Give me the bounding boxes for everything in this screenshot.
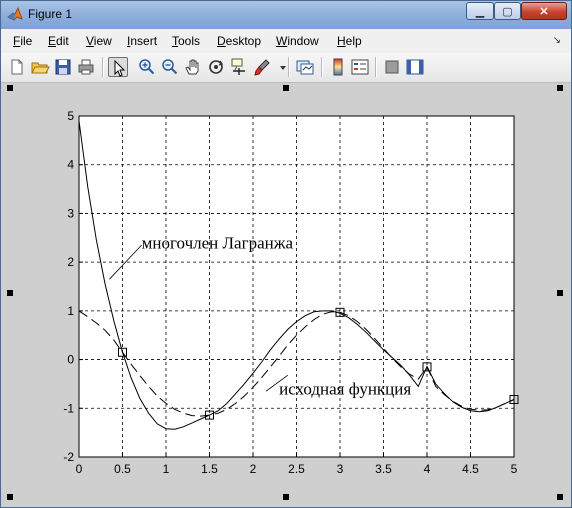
toolbar-separator bbox=[375, 57, 377, 77]
data-cursor-icon[interactable] bbox=[229, 57, 249, 77]
x-tick-label: 1 bbox=[163, 462, 170, 476]
print-icon[interactable] bbox=[76, 57, 96, 77]
hide-plot-tools-icon[interactable] bbox=[382, 57, 402, 77]
y-tick-label: 5 bbox=[67, 109, 74, 123]
toolbar-separator bbox=[288, 57, 290, 77]
x-tick-label: 5 bbox=[511, 462, 518, 476]
y-tick-label: 4 bbox=[67, 158, 74, 172]
menu-insert[interactable]: Insert bbox=[127, 34, 157, 48]
colorbar-icon[interactable] bbox=[328, 57, 348, 77]
minimize-button[interactable]: ▁ bbox=[466, 2, 494, 20]
legend-icon[interactable] bbox=[350, 57, 370, 77]
y-tick-label: 0 bbox=[67, 353, 74, 367]
figure-canvas[interactable]: 0 0.5 1 1.5 2 2.5 3 3.5 4 4.5 5 -2 -1 0 1 2 3 4 5 многочле… bbox=[1, 83, 571, 507]
x-tick-label: 3.5 bbox=[375, 462, 392, 476]
y-tick-label: 3 bbox=[67, 206, 74, 220]
menu-file[interactable]: File bbox=[13, 34, 32, 48]
figure-window: Figure 1 ▁ ▢ ✕ File Edit View Insert Too… bbox=[0, 0, 572, 508]
menu-desktop[interactable]: Desktop bbox=[217, 34, 261, 48]
menu-bar: File Edit View Insert Tools Desktop Wind… bbox=[1, 29, 571, 54]
x-tick-label: 1.5 bbox=[201, 462, 218, 476]
new-file-icon[interactable] bbox=[7, 57, 27, 77]
y-tick-label: -2 bbox=[63, 450, 74, 464]
close-button[interactable]: ✕ bbox=[521, 2, 567, 20]
y-tick-label: 1 bbox=[67, 304, 74, 318]
plot-axes[interactable]: 0 0.5 1 1.5 2 2.5 3 3.5 4 4.5 5 -2 -1 0 1 2 3 4 5 многочле… bbox=[1, 83, 571, 507]
x-tick-label: 3 bbox=[337, 462, 344, 476]
maximize-button[interactable]: ▢ bbox=[494, 2, 521, 20]
figure-toolbar bbox=[1, 53, 571, 83]
menu-window[interactable]: Window bbox=[276, 34, 319, 48]
brush-icon[interactable] bbox=[252, 57, 272, 77]
x-tick-label: 4 bbox=[424, 462, 431, 476]
brush-dropdown-icon[interactable] bbox=[273, 57, 286, 77]
lagrange-annotation-label: многочлен Лагранжа bbox=[142, 234, 294, 253]
x-tick-label: 0.5 bbox=[114, 462, 131, 476]
original-function-annotation-label: исходная функция bbox=[279, 380, 411, 399]
zoom-out-icon[interactable] bbox=[160, 57, 180, 77]
menu-edit[interactable]: Edit bbox=[48, 34, 69, 48]
menu-tools[interactable]: Tools bbox=[172, 34, 200, 48]
y-tick-label: -1 bbox=[63, 401, 74, 415]
link-plot-icon[interactable] bbox=[295, 57, 315, 77]
save-icon[interactable] bbox=[53, 57, 73, 77]
title-bar[interactable]: Figure 1 ▁ ▢ ✕ bbox=[1, 1, 571, 29]
x-tick-label: 2.5 bbox=[288, 462, 305, 476]
menu-help[interactable]: Help bbox=[337, 34, 362, 48]
show-plot-tools-icon[interactable] bbox=[405, 57, 425, 77]
y-tick-label: 2 bbox=[67, 255, 74, 269]
matlab-icon bbox=[7, 6, 23, 21]
window-title: Figure 1 bbox=[28, 7, 73, 21]
x-tick-label: 0 bbox=[76, 462, 83, 476]
x-tick-label: 4.5 bbox=[462, 462, 479, 476]
pan-hand-icon[interactable] bbox=[183, 57, 203, 77]
dock-arrow-icon[interactable]: ↘ bbox=[553, 35, 561, 46]
toolbar-separator bbox=[321, 57, 323, 77]
x-tick-label: 2 bbox=[250, 462, 257, 476]
toolbar-separator bbox=[102, 57, 104, 77]
rotate-3d-icon[interactable] bbox=[206, 57, 226, 77]
menu-view[interactable]: View bbox=[86, 34, 112, 48]
pointer-icon[interactable] bbox=[108, 57, 128, 77]
open-folder-icon[interactable] bbox=[30, 57, 50, 77]
zoom-in-icon[interactable] bbox=[137, 57, 157, 77]
